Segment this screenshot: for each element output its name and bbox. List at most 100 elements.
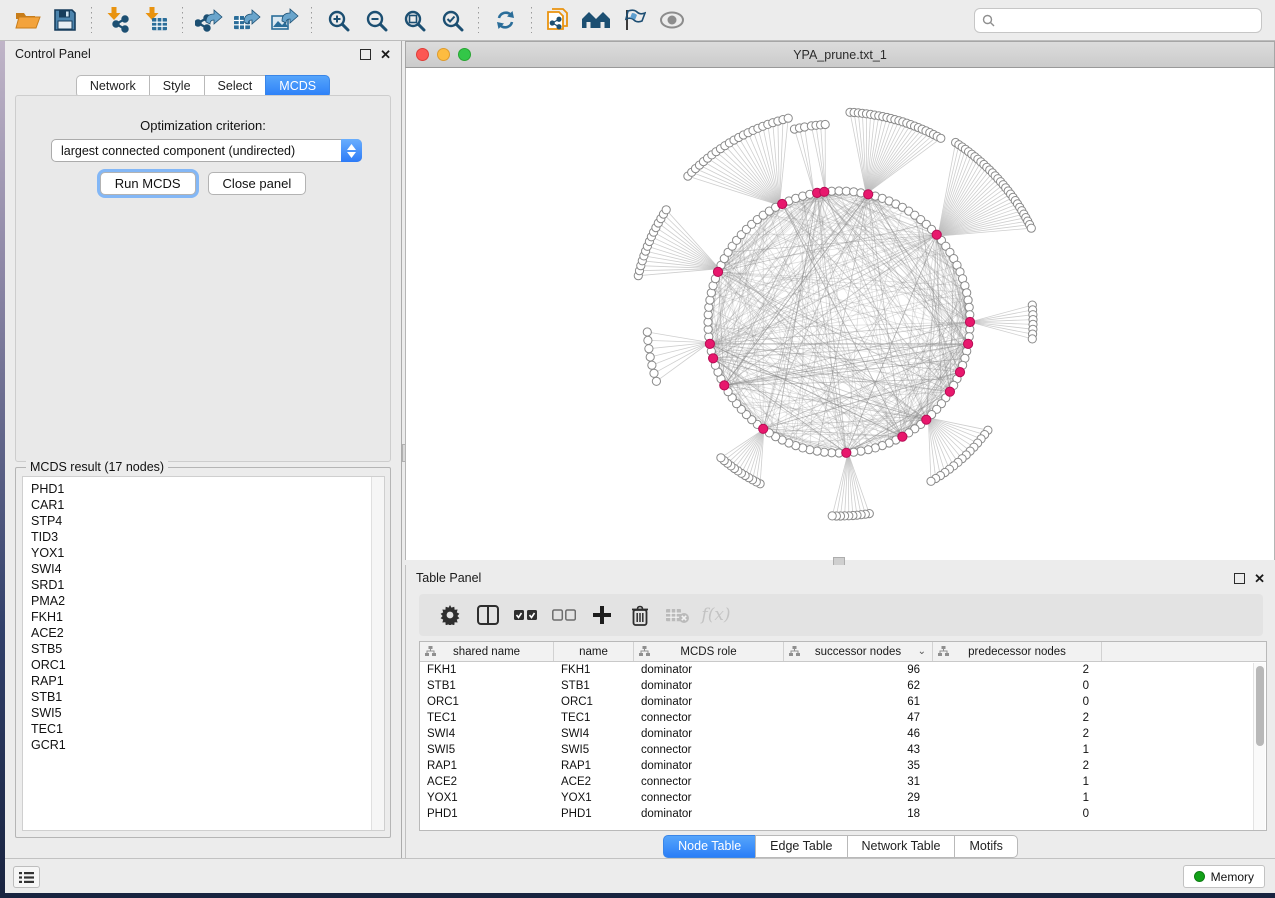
cell-shared-name[interactable]: RAP1 — [420, 760, 554, 772]
column-header-predecessor-nodes[interactable]: predecessor nodes — [933, 642, 1102, 661]
graph-leaf-node[interactable] — [645, 345, 653, 353]
cell-MCDS-role[interactable]: dominator — [634, 808, 784, 820]
cell-successor-nodes[interactable]: 47 — [784, 712, 933, 724]
float-table-panel-icon[interactable] — [1234, 573, 1245, 584]
column-menu-icon[interactable]: ⌄ — [918, 646, 926, 657]
mcds-result-item[interactable]: PHD1 — [31, 481, 384, 497]
graph-leaf-node[interactable] — [650, 369, 658, 377]
cell-MCDS-role[interactable]: dominator — [634, 760, 784, 772]
cell-successor-nodes[interactable]: 46 — [784, 728, 933, 740]
cell-successor-nodes[interactable]: 43 — [784, 744, 933, 756]
cell-name[interactable]: FKH1 — [554, 664, 634, 676]
tab-network-table[interactable]: Network Table — [847, 835, 955, 858]
cell-name[interactable]: STB1 — [554, 680, 634, 692]
tab-edge-table[interactable]: Edge Table — [755, 835, 846, 858]
graph-leaf-node[interactable] — [662, 206, 670, 214]
cell-shared-name[interactable]: FKH1 — [420, 664, 554, 676]
tab-node-table[interactable]: Node Table — [663, 835, 755, 858]
graph-hub-node[interactable] — [922, 415, 931, 424]
open-file-button[interactable] — [8, 3, 46, 37]
table-row[interactable]: FKH1FKH1dominator962 — [420, 662, 1266, 678]
cell-MCDS-role[interactable]: dominator — [634, 696, 784, 708]
cell-MCDS-role[interactable]: connector — [634, 792, 784, 804]
cell-successor-nodes[interactable]: 96 — [784, 664, 933, 676]
eye-button[interactable] — [653, 3, 691, 37]
graph-hub-node[interactable] — [955, 368, 964, 377]
network-window-titlebar[interactable]: YPA_prune.txt_1 — [405, 41, 1275, 68]
graph-leaf-node[interactable] — [652, 377, 660, 385]
graph-node[interactable] — [706, 296, 714, 304]
flag-button[interactable] — [615, 3, 653, 37]
cell-shared-name[interactable]: TEC1 — [420, 712, 554, 724]
cell-predecessor-nodes[interactable]: 0 — [933, 680, 1102, 692]
graph-leaf-node[interactable] — [643, 328, 651, 336]
mcds-result-item[interactable]: SRD1 — [31, 577, 384, 593]
mcds-result-item[interactable]: ACE2 — [31, 625, 384, 641]
cell-MCDS-role[interactable]: dominator — [634, 728, 784, 740]
cell-shared-name[interactable]: SWI4 — [420, 728, 554, 740]
select-all-checkboxes-button[interactable] — [507, 598, 545, 632]
float-panel-icon[interactable] — [360, 49, 371, 60]
table-scrollbar-thumb[interactable] — [1256, 666, 1264, 746]
cell-predecessor-nodes[interactable]: 1 — [933, 776, 1102, 788]
graph-node[interactable] — [813, 447, 821, 455]
import-table-button[interactable] — [137, 3, 175, 37]
graph-hub-node[interactable] — [778, 199, 787, 208]
graph-hub-node[interactable] — [709, 354, 718, 363]
criterion-dropdown[interactable]: largest connected component (undirected) — [51, 139, 362, 162]
cell-successor-nodes[interactable]: 18 — [784, 808, 933, 820]
table-row[interactable]: SWI5SWI5connector431 — [420, 742, 1266, 758]
zoom-fit-button[interactable] — [395, 3, 433, 37]
cell-name[interactable]: SWI5 — [554, 744, 634, 756]
cell-successor-nodes[interactable]: 61 — [784, 696, 933, 708]
result-list-scrollbar[interactable] — [371, 477, 384, 830]
graph-node[interactable] — [963, 289, 971, 297]
close-panel-button[interactable]: Close panel — [208, 172, 307, 195]
cell-name[interactable]: TEC1 — [554, 712, 634, 724]
cell-MCDS-role[interactable]: connector — [634, 712, 784, 724]
graph-hub-node[interactable] — [945, 387, 954, 396]
mcds-result-item[interactable]: SWI4 — [31, 561, 384, 577]
mcds-result-item[interactable]: TEC1 — [31, 721, 384, 737]
graph-leaf-node[interactable] — [784, 114, 792, 122]
graph-hub-node[interactable] — [932, 230, 941, 239]
task-history-button[interactable] — [13, 866, 40, 888]
cell-successor-nodes[interactable]: 62 — [784, 680, 933, 692]
mcds-result-item[interactable]: GCR1 — [31, 737, 384, 753]
zoom-out-button[interactable] — [357, 3, 395, 37]
graph-hub-node[interactable] — [820, 187, 829, 196]
mcds-result-list[interactable]: PHD1CAR1STP4TID3YOX1SWI4SRD1PMA2FKH1ACE2… — [22, 476, 385, 831]
graph-hub-node[interactable] — [713, 267, 722, 276]
column-header-successor-nodes[interactable]: successor nodes⌄ — [784, 642, 933, 661]
mcds-result-item[interactable]: PMA2 — [31, 593, 384, 609]
mcds-result-item[interactable]: CAR1 — [31, 497, 384, 513]
network-view[interactable] — [405, 68, 1275, 560]
cell-name[interactable]: ACE2 — [554, 776, 634, 788]
column-header-MCDS-role[interactable]: MCDS role — [634, 642, 784, 661]
cell-shared-name[interactable]: ORC1 — [420, 696, 554, 708]
cell-successor-nodes[interactable]: 31 — [784, 776, 933, 788]
graph-leaf-node[interactable] — [1027, 224, 1035, 232]
cell-shared-name[interactable]: PHD1 — [420, 808, 554, 820]
graph-leaf-node[interactable] — [648, 361, 656, 369]
cell-name[interactable]: ORC1 — [554, 696, 634, 708]
cell-predecessor-nodes[interactable]: 2 — [933, 760, 1102, 772]
graph-hub-node[interactable] — [898, 432, 907, 441]
cell-name[interactable]: YOX1 — [554, 792, 634, 804]
tab-motifs[interactable]: Motifs — [954, 835, 1017, 858]
mcds-result-item[interactable]: YOX1 — [31, 545, 384, 561]
column-header-shared-name[interactable]: shared name — [420, 642, 554, 661]
gear-button[interactable] — [431, 598, 469, 632]
refresh-button[interactable] — [486, 3, 524, 37]
mcds-result-item[interactable]: ORC1 — [31, 657, 384, 673]
graph-hub-node[interactable] — [964, 339, 973, 348]
table-row[interactable]: SWI4SWI4dominator462 — [420, 726, 1266, 742]
mcds-result-item[interactable]: RAP1 — [31, 673, 384, 689]
cell-name[interactable]: RAP1 — [554, 760, 634, 772]
mcds-result-item[interactable]: TID3 — [31, 529, 384, 545]
export-network-button[interactable] — [190, 3, 228, 37]
delete-columns-button[interactable] — [621, 598, 659, 632]
close-panel-icon[interactable]: ✕ — [380, 49, 391, 60]
network-canvas[interactable] — [406, 68, 1274, 560]
close-table-panel-icon[interactable]: ✕ — [1254, 573, 1265, 584]
